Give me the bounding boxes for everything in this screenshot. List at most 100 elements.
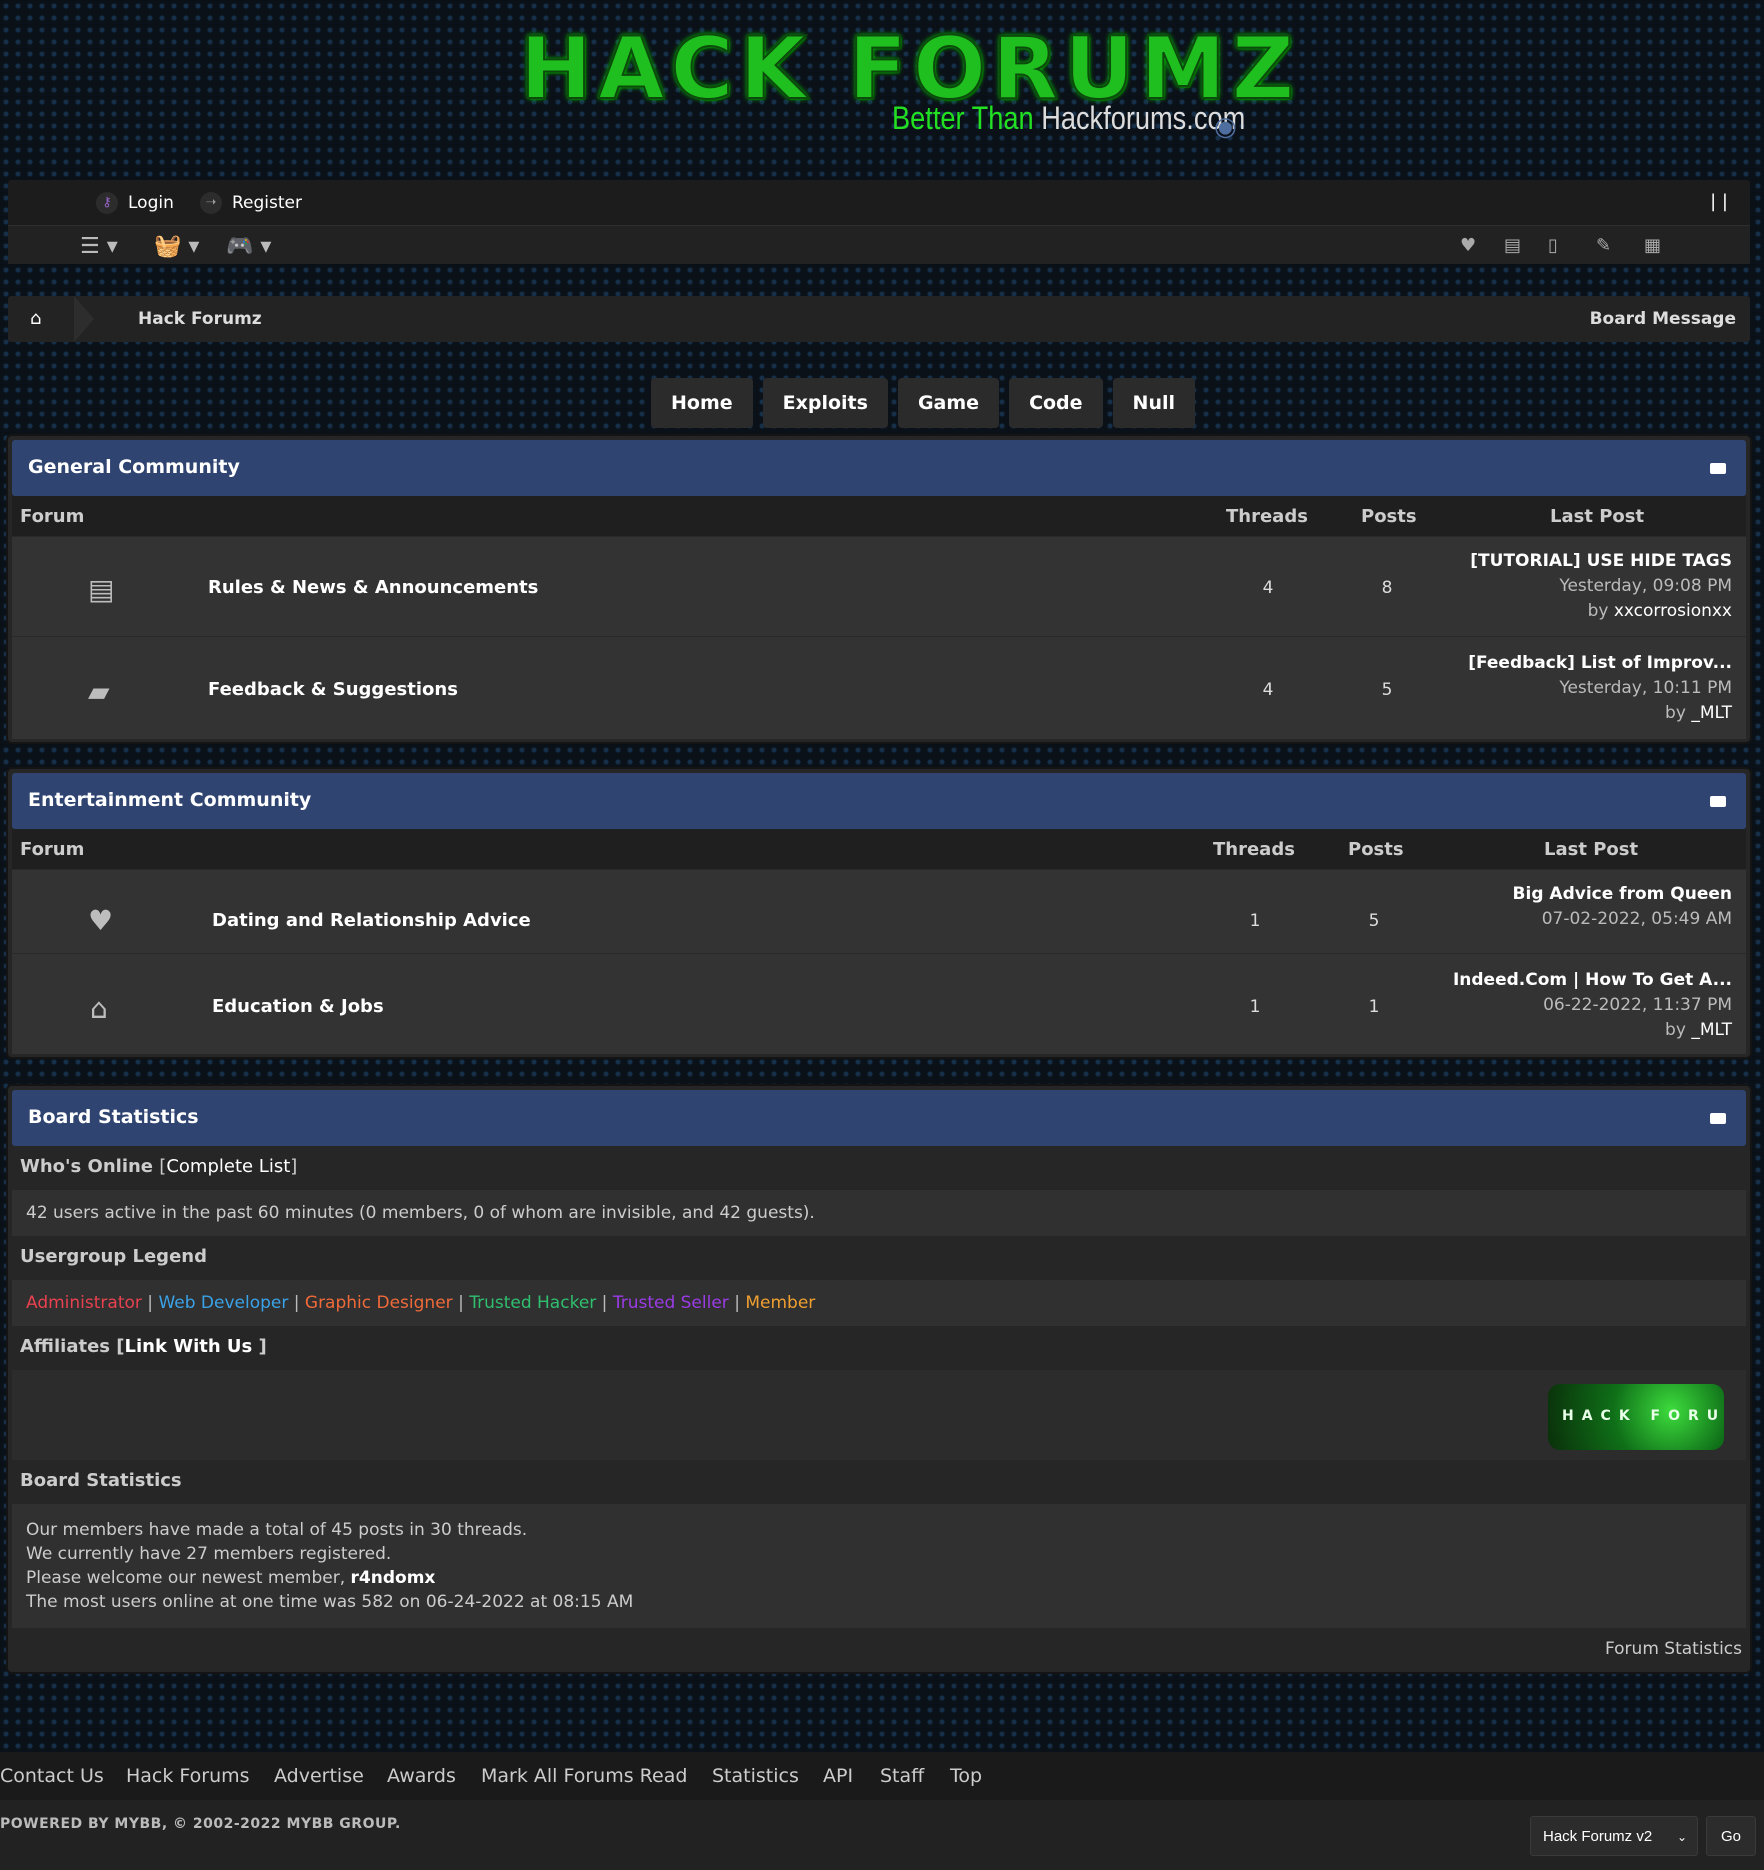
forum-threads: 4 bbox=[1262, 578, 1274, 598]
last-post-date: 06-22-2022, 11:37 PM bbox=[1543, 995, 1732, 1015]
building-icon: ⌂ bbox=[90, 992, 108, 1025]
forum-name[interactable]: Rules & News & Announcements bbox=[208, 577, 538, 598]
last-post-title[interactable]: [TUTORIAL] USE HIDE TAGS bbox=[1470, 549, 1732, 574]
whos-online-header: Who's Online [Complete List] bbox=[12, 1146, 1746, 1190]
col-threads: Threads bbox=[1226, 506, 1308, 527]
register-label: Register bbox=[232, 193, 302, 213]
category-title[interactable]: Entertainment Community bbox=[28, 789, 311, 811]
nav-null-button[interactable]: Null bbox=[1112, 378, 1195, 428]
last-post-by: by bbox=[1587, 601, 1614, 621]
category-title[interactable]: General Community bbox=[28, 456, 240, 478]
logo-tagline-green: Better Than bbox=[892, 100, 1042, 136]
legend-administrator: Administrator bbox=[26, 1293, 142, 1313]
stats-footer: Forum Statistics bbox=[12, 1628, 1746, 1670]
login-link[interactable]: ⚷ Login bbox=[96, 192, 174, 214]
last-post: [TUTORIAL] USE HIDE TAGS Yesterday, 09:0… bbox=[1470, 549, 1732, 624]
nav-code-button[interactable]: Code bbox=[1009, 378, 1103, 428]
column-headers: Forum Threads Posts Last Post bbox=[12, 829, 1746, 869]
last-post: Indeed.Com | How To Get A... 06-22-2022,… bbox=[1453, 968, 1732, 1043]
top-bar: ⚷ Login ➝ Register | | ☰ ▾ 🧺 ▾ 🎮 ▾ ♥ ▤ ▯… bbox=[8, 180, 1750, 264]
basket-dropdown-icon[interactable]: 🧺 ▾ bbox=[154, 234, 199, 259]
footer-staff[interactable]: Staff bbox=[880, 1765, 924, 1787]
forum-threads: 1 bbox=[1249, 911, 1261, 931]
legend-header: Usergroup Legend bbox=[12, 1236, 1746, 1280]
footer-api[interactable]: API bbox=[823, 1765, 853, 1787]
category-header: General Community bbox=[12, 440, 1746, 496]
collapse-toggle-icon[interactable] bbox=[1710, 463, 1726, 474]
col-forum: Forum bbox=[20, 839, 85, 860]
document-icon[interactable]: ▤ bbox=[1504, 235, 1521, 256]
footer-links: Contact Us Hack Forums Advertise Awards … bbox=[0, 1752, 1764, 1800]
edit-icon[interactable]: ✎ bbox=[1596, 235, 1611, 256]
complete-list-link[interactable]: Complete List bbox=[166, 1156, 290, 1177]
forum-posts: 8 bbox=[1381, 578, 1393, 598]
forum-name[interactable]: Dating and Relationship Advice bbox=[212, 910, 531, 931]
footer-mark-all-read[interactable]: Mark All Forums Read bbox=[481, 1765, 687, 1787]
last-post: Big Advice from Queen 07-02-2022, 05:49 … bbox=[1513, 882, 1732, 932]
entertainment-community-block: Entertainment Community Forum Threads Po… bbox=[8, 769, 1750, 1057]
newspaper-icon: ▤ bbox=[88, 573, 115, 606]
footer-top[interactable]: Top bbox=[950, 1765, 982, 1787]
forum-statistics-link[interactable]: Forum Statistics bbox=[1605, 1639, 1742, 1659]
forum-row: ▤ Rules & News & Announcements 4 8 [TUTO… bbox=[12, 536, 1746, 637]
legend-separator: | bbox=[601, 1293, 613, 1313]
last-post-title[interactable]: Indeed.Com | How To Get A... bbox=[1453, 968, 1732, 993]
last-post-by: by bbox=[1665, 1020, 1692, 1040]
heart-icon[interactable]: ♥ bbox=[1460, 235, 1476, 256]
gamepad-dropdown-icon[interactable]: 🎮 ▾ bbox=[226, 234, 271, 259]
stats-title: Board Statistics bbox=[20, 1470, 182, 1491]
footer-statistics[interactable]: Statistics bbox=[712, 1765, 799, 1787]
map-icon: ▰ bbox=[88, 675, 110, 708]
forum-name[interactable]: Education & Jobs bbox=[212, 996, 384, 1017]
last-post-user[interactable]: _MLT bbox=[1691, 1020, 1732, 1040]
user-bar: ⚷ Login ➝ Register | | bbox=[8, 180, 1750, 226]
last-post: [Feedback] List of Improv... Yesterday, … bbox=[1468, 651, 1732, 726]
blank-page-icon[interactable]: ▯ bbox=[1548, 235, 1558, 256]
last-post-user[interactable]: _MLT bbox=[1691, 703, 1732, 723]
collapse-toggle-icon[interactable] bbox=[1710, 796, 1726, 807]
board-message-link[interactable]: Board Message bbox=[1590, 309, 1736, 329]
collapse-toggle-icon[interactable] bbox=[1710, 1113, 1726, 1124]
affiliate-banner[interactable]: HACK FORUMZ bbox=[1548, 1384, 1724, 1450]
logo-tagline: Better Than Hackforums.com bbox=[892, 100, 1245, 137]
col-last-post: Last Post bbox=[1550, 506, 1645, 527]
col-threads: Threads bbox=[1213, 839, 1295, 860]
forum-posts: 1 bbox=[1368, 997, 1380, 1017]
stats-line-welcome: Please welcome our newest member, bbox=[26, 1568, 351, 1588]
newest-member-link[interactable]: r4ndomx bbox=[351, 1568, 436, 1588]
last-post-title[interactable]: [Feedback] List of Improv... bbox=[1468, 651, 1732, 676]
forum-name[interactable]: Feedback & Suggestions bbox=[208, 679, 458, 700]
chevron-down-icon: ⌄ bbox=[1676, 1830, 1687, 1844]
legend-separator: | bbox=[293, 1293, 305, 1313]
nav-game-button[interactable]: Game bbox=[897, 378, 1000, 428]
forum-row: ♥ Dating and Relationship Advice 1 5 Big… bbox=[12, 869, 1746, 954]
register-link[interactable]: ➝ Register bbox=[200, 192, 302, 214]
breadcrumb-title[interactable]: Hack Forumz bbox=[138, 309, 262, 329]
menu-dropdown-icon[interactable]: ☰ ▾ bbox=[80, 234, 118, 259]
go-button[interactable]: Go bbox=[1706, 1816, 1756, 1856]
legend-trusted-hacker: Trusted Hacker bbox=[469, 1293, 597, 1313]
online-text: 42 users active in the past 60 minutes (… bbox=[26, 1203, 815, 1223]
forum-threads: 4 bbox=[1262, 680, 1274, 700]
last-post-user[interactable]: xxcorrosionxx bbox=[1614, 601, 1732, 621]
affiliate-banner-text: HACK FORUMZ bbox=[1562, 1408, 1724, 1424]
footer-advertise[interactable]: Advertise bbox=[274, 1765, 364, 1787]
last-post-date: 07-02-2022, 05:49 AM bbox=[1541, 909, 1732, 929]
nav-home-button[interactable]: Home bbox=[651, 378, 753, 428]
key-icon: ⚷ bbox=[96, 192, 118, 214]
category-title: Board Statistics bbox=[28, 1106, 199, 1128]
site-logo[interactable]: HACK FORUMZ Better Than Hackforums.com ◉ bbox=[519, 23, 1295, 144]
nav-exploits-button[interactable]: Exploits bbox=[762, 378, 888, 428]
last-post-title[interactable]: Big Advice from Queen bbox=[1513, 882, 1732, 907]
list-icon[interactable]: ▦ bbox=[1644, 235, 1661, 256]
footer-hack-forums[interactable]: Hack Forums bbox=[126, 1765, 250, 1787]
footer-awards[interactable]: Awards bbox=[387, 1765, 456, 1787]
theme-select[interactable]: Hack Forumz v2 ⌄ bbox=[1530, 1816, 1698, 1856]
footer-contact-us[interactable]: Contact Us bbox=[0, 1765, 104, 1787]
home-icon[interactable]: ⌂ bbox=[30, 308, 41, 329]
forum-posts: 5 bbox=[1381, 680, 1393, 700]
legend-separator: | bbox=[147, 1293, 159, 1313]
complete-list-bracket: ] bbox=[290, 1156, 298, 1177]
link-with-us-link[interactable]: Link With Us bbox=[125, 1336, 253, 1357]
col-posts: Posts bbox=[1361, 506, 1417, 527]
